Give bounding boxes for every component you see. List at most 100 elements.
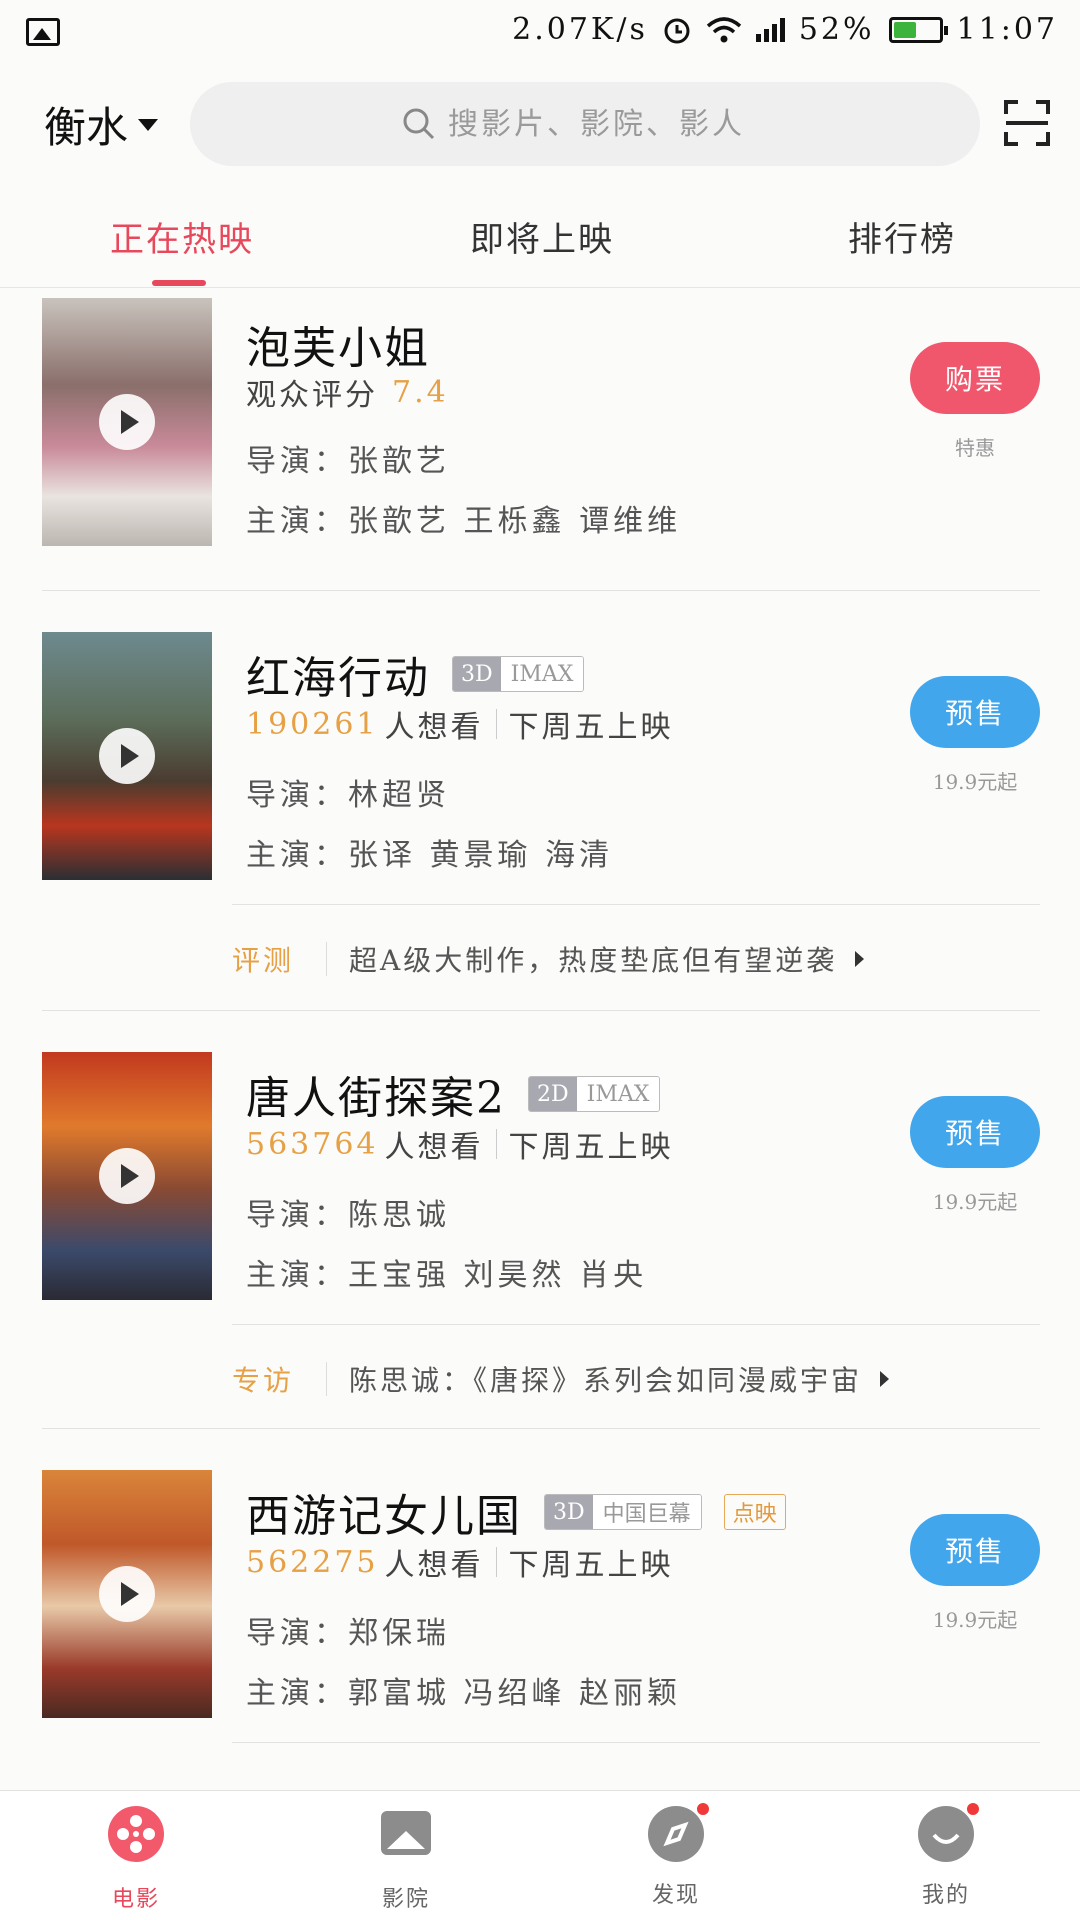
preview-badge: 点映 xyxy=(723,1494,786,1530)
clock: 11:07 xyxy=(956,12,1058,47)
divider xyxy=(42,1010,1040,1011)
cinema-screen-icon xyxy=(381,1811,431,1855)
status-bar: 2.07K/s 52% 11:07 xyxy=(0,0,1080,64)
review-tag: 评测 xyxy=(232,944,295,977)
play-icon[interactable] xyxy=(99,728,155,784)
button-note: 特惠 xyxy=(955,436,995,460)
director: 导演：郑保瑞 xyxy=(246,1616,450,1651)
presale-button[interactable]: 预售 xyxy=(910,1514,1040,1586)
caret-down-icon xyxy=(138,118,159,131)
release-info: 下周五上映 xyxy=(508,1130,674,1165)
play-icon[interactable] xyxy=(99,394,155,450)
review-link[interactable]: 专访 陈思诚：《唐探》系列会如同漫威宇宙 xyxy=(232,1336,1052,1422)
tab-now-showing[interactable]: 正在热映 xyxy=(110,212,254,261)
score-value: 7.4 xyxy=(392,374,449,410)
want-label: 人想看 xyxy=(384,1548,484,1583)
movie-poster[interactable] xyxy=(42,1470,212,1718)
nav-discover[interactable]: 发现 xyxy=(616,1801,736,1909)
battery-percent: 52% xyxy=(798,12,875,47)
play-icon[interactable] xyxy=(99,1566,155,1622)
notification-dot xyxy=(695,1801,711,1817)
release-info: 下周五上映 xyxy=(508,710,674,745)
badge-format: IMAX xyxy=(576,1077,660,1111)
city-selector[interactable]: 衡水 xyxy=(44,94,159,155)
movie-title: 红海行动 xyxy=(246,653,430,704)
button-note: 19.9元起 xyxy=(932,1608,1018,1632)
want-count: 562275 xyxy=(246,1544,379,1580)
profile-icon xyxy=(917,1801,981,1863)
cast: 主演：郭富城 冯绍峰 赵丽颖 xyxy=(246,1676,682,1711)
movie-poster[interactable] xyxy=(42,298,212,546)
divider xyxy=(42,590,1040,591)
arrow-right-icon xyxy=(855,951,865,967)
play-icon[interactable] xyxy=(99,1148,155,1204)
notification-dot xyxy=(965,1801,981,1817)
badge-format: IMAX xyxy=(500,657,584,691)
separator xyxy=(495,1547,497,1577)
format-badge: 2D IMAX xyxy=(528,1076,661,1112)
director: 导演：张歆艺 xyxy=(246,444,450,479)
button-note: 19.9元起 xyxy=(932,770,1018,794)
signal-icon xyxy=(755,17,785,42)
nav-label: 我的 xyxy=(921,1883,970,1908)
nav-movies[interactable]: 电影 xyxy=(76,1805,196,1913)
director: 导演：林超贤 xyxy=(246,778,450,813)
want-label: 人想看 xyxy=(384,1130,484,1165)
separator xyxy=(326,942,327,976)
director: 导演：陈思诚 xyxy=(246,1198,450,1233)
scan-icon[interactable] xyxy=(1004,100,1050,146)
network-speed: 2.07K/s xyxy=(512,12,648,47)
tab-coming-soon[interactable]: 即将上映 xyxy=(470,212,614,261)
city-name: 衡水 xyxy=(44,103,129,152)
film-reel-icon xyxy=(108,1806,164,1862)
review-tag: 专访 xyxy=(232,1364,295,1397)
button-note: 19.9元起 xyxy=(932,1190,1018,1214)
movie-title: 唐人街探案2 xyxy=(246,1073,506,1124)
nav-profile[interactable]: 我的 xyxy=(886,1801,1006,1909)
score-label: 观众评分 xyxy=(246,378,378,413)
separator xyxy=(326,1362,327,1396)
presale-button[interactable]: 预售 xyxy=(910,1096,1040,1168)
divider xyxy=(232,904,1040,905)
battery-icon xyxy=(888,16,948,43)
review-link[interactable]: 评测 超A级大制作，热度垫底但有望逆袭 xyxy=(232,916,1052,1002)
separator xyxy=(495,1129,497,1159)
cast: 主演：张译 黄景瑜 海清 xyxy=(246,838,614,873)
active-tab-indicator xyxy=(152,280,206,286)
want-label: 人想看 xyxy=(384,710,484,745)
review-text: 陈思诚：《唐探》系列会如同漫威宇宙 xyxy=(349,1364,863,1397)
alarm-icon xyxy=(664,18,690,43)
movie-title: 泡芙小姐 xyxy=(246,323,430,374)
gallery-notification-icon xyxy=(26,18,60,46)
category-tabs: 正在热映 即将上映 排行榜 xyxy=(0,190,1080,288)
nav-label: 影院 xyxy=(381,1887,430,1912)
arrow-right-icon xyxy=(880,1371,890,1387)
separator xyxy=(495,709,497,739)
tab-ranking[interactable]: 排行榜 xyxy=(848,212,956,261)
buy-ticket-button[interactable]: 购票 xyxy=(910,342,1040,414)
movie-title: 西游记女儿国 xyxy=(246,1491,522,1542)
presale-button[interactable]: 预售 xyxy=(910,676,1040,748)
search-icon xyxy=(403,108,435,140)
search-input[interactable] xyxy=(448,106,768,142)
movie-poster[interactable] xyxy=(42,632,212,880)
want-count: 190261 xyxy=(246,706,379,742)
search-bar[interactable] xyxy=(190,82,980,166)
badge-dimension: 3D xyxy=(453,657,501,691)
release-info: 下周五上映 xyxy=(508,1548,674,1583)
review-text: 超A级大制作，热度垫底但有望逆袭 xyxy=(349,944,838,977)
nav-label: 电影 xyxy=(111,1887,160,1912)
divider xyxy=(232,1742,1040,1743)
nav-label: 发现 xyxy=(651,1883,700,1908)
movie-poster[interactable] xyxy=(42,1052,212,1300)
wifi-icon xyxy=(706,16,741,42)
compass-icon xyxy=(647,1801,711,1863)
badge-dimension: 3D xyxy=(545,1495,593,1529)
divider xyxy=(232,1324,1040,1325)
bottom-navigation: 电影 影院 发现 我的 xyxy=(0,1790,1080,1920)
top-header: 衡水 xyxy=(0,82,1080,168)
nav-cinemas[interactable]: 影院 xyxy=(346,1805,466,1913)
cast: 主演：张歆艺 王栎鑫 谭维维 xyxy=(246,504,682,539)
badge-dimension: 2D xyxy=(529,1077,577,1111)
format-badge: 3D 中国巨幕 xyxy=(544,1494,702,1530)
